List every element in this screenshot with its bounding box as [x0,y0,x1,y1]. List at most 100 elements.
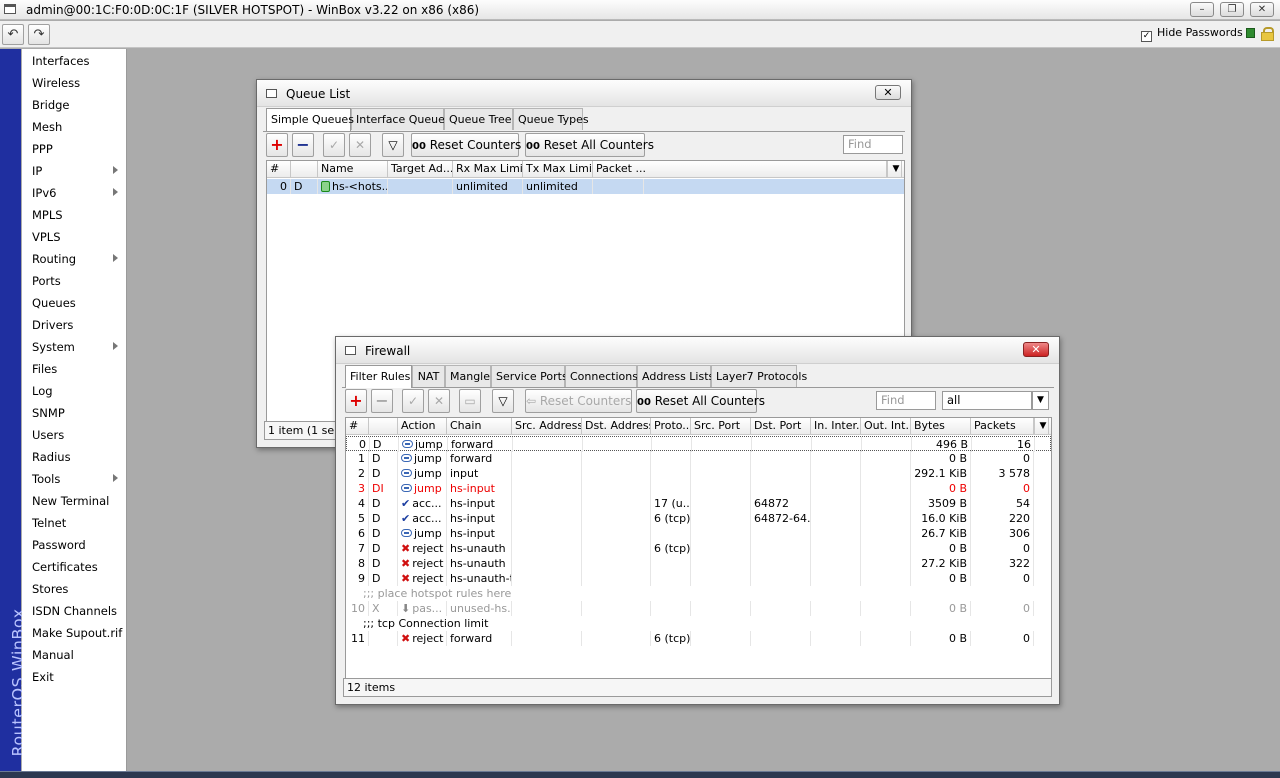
remove-icon[interactable]: − [371,389,393,413]
menu-item-queues[interactable]: Queues [22,292,126,314]
firewall-col-packets[interactable]: Packets [971,418,1034,435]
tab-filter-rules[interactable]: Filter Rules [345,365,412,388]
table-row[interactable]: 4 D ✔ acc... hs-input 17 (u... 64872 3509 B 54 [346,496,1051,511]
menu-item-users[interactable]: Users [22,424,126,446]
menu-item-make-supout-rif[interactable]: Make Supout.rif [22,622,126,644]
menu-item-drivers[interactable]: Drivers [22,314,126,336]
menu-item-log[interactable]: Log [22,380,126,402]
tab-connections[interactable]: Connections [565,365,638,387]
firewall-col-action[interactable]: Action [398,418,447,435]
table-row[interactable]: 1 Djump forward 0 B 0 [346,451,1051,466]
menu-item-mesh[interactable]: Mesh [22,116,126,138]
reset-counters-button[interactable]: 00 Reset Counters [411,133,521,157]
enable-icon[interactable]: ✓ [323,133,345,157]
filter-icon[interactable]: ▽ [382,133,404,157]
comment-row[interactable]: ;;; place hotspot rules here [346,586,1051,601]
tab-mangle[interactable]: Mangle [445,365,491,387]
menu-item-certificates[interactable]: Certificates [22,556,126,578]
queue-col-tx-max-limit[interactable]: Tx Max Limit [523,161,593,178]
undo-button[interactable]: ↶ [2,24,24,45]
menu-item-manual[interactable]: Manual [22,644,126,666]
firewall-window-titlebar[interactable]: Firewall ✕ [336,337,1059,364]
menu-item-telnet[interactable]: Telnet [22,512,126,534]
menu-item-stores[interactable]: Stores [22,578,126,600]
firewall-find-input[interactable]: Find [876,391,936,410]
table-row[interactable]: 8 D ✖ reject hs-unauth 27.2 KiB 322 [346,556,1051,571]
firewall-close-button[interactable]: ✕ [1023,342,1049,357]
table-row[interactable]: 9D✖rejecths-unauth-to0 B0 [346,571,1051,586]
queue-col-name[interactable]: Name [318,161,388,178]
menu-item-vpls[interactable]: VPLS [22,226,126,248]
tab-simple-queues[interactable]: Simple Queues [266,108,354,131]
reset-all-counters-button[interactable]: 00 Reset All Counters [525,133,654,157]
enable-icon[interactable]: ✓ [402,389,424,413]
hide-passwords-checkbox[interactable]: ✓ [1141,31,1152,42]
table-row[interactable]: 11 ✖ reject forward 6 (tcp) 0 B0 [346,631,1051,646]
reset-all-counters-button[interactable]: 00 Reset All Counters [636,389,765,413]
firewall-col-dst-address[interactable]: Dst. Address [582,418,651,435]
filter-select[interactable]: all [942,391,1032,410]
menu-item-ip[interactable]: IP [22,160,126,182]
queue-col-rx-max-limit[interactable]: Rx Max Limit [453,161,523,178]
tab-queue-tree[interactable]: Queue Tree [444,108,513,130]
firewall-col-dst-port[interactable]: Dst. Port [751,418,811,435]
firewall-col-chain[interactable]: Chain [447,418,512,435]
firewall-col--[interactable]: # [346,418,369,435]
firewall-col-src-port[interactable]: Src. Port [691,418,751,435]
table-row[interactable]: 3 DI jump hs-input 0 B 0 [346,481,1051,496]
firewall-col-in-inter-[interactable]: In. Inter... [811,418,861,435]
redo-button[interactable]: ↷ [28,24,50,45]
comment-row[interactable]: ;;; tcp Connection limit [346,616,1051,631]
queue-find-input[interactable]: Find [843,135,903,154]
maximize-button[interactable]: ❐ [1220,2,1244,17]
tab-nat[interactable]: NAT [412,365,445,387]
filter-icon[interactable]: ▽ [492,389,514,413]
tab-queue-types[interactable]: Queue Types [513,108,589,130]
menu-item-interfaces[interactable]: Interfaces [22,50,126,72]
firewall-col-out-int-[interactable]: Out. Int... [861,418,911,435]
close-button[interactable]: ✕ [1250,2,1274,17]
menu-item-mpls[interactable]: MPLS [22,204,126,226]
add-icon[interactable]: + [266,133,288,157]
filter-dropdown-arrow[interactable]: ▼ [1032,391,1049,410]
menu-item-ppp[interactable]: PPP [22,138,126,160]
queue-col-packet-[interactable]: Packet ... [593,161,887,178]
table-row[interactable]: 6 Djump hs-input 26.7 KiB 306 [346,526,1051,541]
menu-item-snmp[interactable]: SNMP [22,402,126,424]
table-row[interactable]: 0 Dhs-<hots... unlimited unlimited [267,179,904,194]
column-chooser-arrow[interactable]: ▼ [1034,418,1049,435]
queue-close-button[interactable]: ✕ [875,85,901,100]
menu-item-wireless[interactable]: Wireless [22,72,126,94]
firewall-col-proto-[interactable]: Proto... [651,418,691,435]
comment-icon[interactable]: ▭ [459,389,481,413]
disable-icon[interactable]: ✕ [349,133,371,157]
table-row[interactable]: 7 D ✖ reject hs-unauth 6 (tcp) 0 B0 [346,541,1051,556]
menu-item-files[interactable]: Files [22,358,126,380]
menu-item-system[interactable]: System [22,336,126,358]
remove-icon[interactable]: − [292,133,314,157]
queue-col-target-ad-[interactable]: Target Ad... [388,161,453,178]
tab-interface-queues[interactable]: Interface Queues [351,108,451,130]
queue-col-flags[interactable] [291,161,318,178]
menu-item-isdn-channels[interactable]: ISDN Channels [22,600,126,622]
table-row[interactable]: 2 Djump input 292.1 KiB 3 578 [346,466,1051,481]
disable-icon[interactable]: ✕ [428,389,450,413]
column-chooser-arrow[interactable]: ▼ [887,161,902,178]
add-icon[interactable]: + [345,389,367,413]
hide-passwords-toggle[interactable]: ✓ Hide Passwords [1141,26,1243,42]
minimize-button[interactable]: – [1190,2,1214,17]
firewall-col-bytes[interactable]: Bytes [911,418,971,435]
menu-item-ports[interactable]: Ports [22,270,126,292]
menu-item-password[interactable]: Password [22,534,126,556]
queue-window-titlebar[interactable]: Queue List ✕ [257,80,911,107]
tab-layer7-protocols[interactable]: Layer7 Protocols [711,365,807,387]
table-row[interactable]: 0 Djump forward 496 B 16 [346,436,1051,452]
menu-item-tools[interactable]: Tools [22,468,126,490]
firewall-col-src-address[interactable]: Src. Address [512,418,582,435]
queue-col--[interactable]: # [267,161,291,178]
tab-address-lists[interactable]: Address Lists [637,365,714,387]
table-row[interactable]: 5D✔acc...hs-input6 (tcp)64872-64...16.0 … [346,511,1051,526]
menu-item-routing[interactable]: Routing [22,248,126,270]
menu-item-ipv6[interactable]: IPv6 [22,182,126,204]
menu-item-bridge[interactable]: Bridge [22,94,126,116]
